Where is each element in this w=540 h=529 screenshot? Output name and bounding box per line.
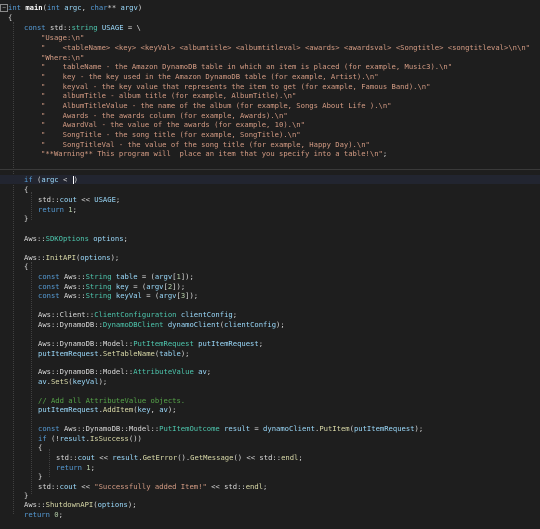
indent-guide: [13, 22, 14, 514]
code-line[interactable]: " tableName - the Amazon DynamoDB table …: [41, 62, 452, 71]
indent-guide: [31, 262, 32, 494]
code-line[interactable]: const Aws::String table = (argv[1]);: [38, 272, 194, 281]
code-line[interactable]: {: [24, 262, 28, 271]
code-line[interactable]: putItemRequest.AddItem(key, av);: [38, 405, 177, 414]
scope-separator: [0, 169, 540, 170]
code-line[interactable]: const Aws::String key = (argv[2]);: [38, 282, 185, 291]
code-line[interactable]: Aws::DynamoDB::DynamoDBClient dynamoClie…: [38, 320, 285, 329]
code-line-current[interactable]: if (argc < ): [0, 175, 540, 184]
code-line[interactable]: const std::string USAGE = \: [24, 23, 141, 32]
code-line[interactable]: " keyval - the key value that represents…: [41, 82, 430, 91]
collapse-main-icon[interactable]: −: [0, 4, 8, 12]
code-line[interactable]: putItemRequest.SetTableName(table);: [38, 349, 189, 358]
code-line[interactable]: " <tableName> <key> <keyVal> <albumtitle…: [41, 43, 530, 52]
code-line[interactable]: std::cout << "Successfully added Item!" …: [38, 482, 267, 491]
code-line[interactable]: return 1;: [38, 205, 77, 214]
line-gutter: [0, 0, 7, 529]
code-line[interactable]: if (!result.IsSuccess()): [38, 434, 142, 443]
code-editor[interactable]: − − int main(int argc, char** argv) { co…: [0, 0, 540, 529]
code-line[interactable]: {: [8, 13, 12, 22]
code-line[interactable]: }: [38, 472, 42, 481]
code-line[interactable]: " Awards - the awards column (for exampl…: [41, 111, 288, 120]
code-line[interactable]: Aws::DynamoDB::Model::PutItemRequest put…: [38, 339, 263, 348]
code-line[interactable]: }: [24, 491, 28, 500]
code-line[interactable]: std::cout << result.GetError().GetMessag…: [56, 453, 303, 462]
code-line[interactable]: {: [24, 185, 28, 194]
code-comment[interactable]: // Add all AttributeValue objects.: [38, 396, 185, 405]
indent-guide: [31, 192, 32, 220]
code-line[interactable]: Aws::Client::ClientConfiguration clientC…: [38, 310, 237, 319]
code-line[interactable]: "**Warning** This program will place an …: [41, 149, 387, 158]
code-line[interactable]: const Aws::DynamoDB::Model::PutItemOutco…: [38, 424, 423, 433]
code-line[interactable]: " SongTitle - the song title (for exampl…: [41, 130, 301, 139]
code-line[interactable]: Aws::SDKOptions options;: [24, 234, 128, 243]
code-line[interactable]: return 1;: [56, 463, 95, 472]
code-line[interactable]: Aws::DynamoDB::Model::AttributeValue av;: [38, 367, 211, 376]
code-line[interactable]: "Where:\n": [41, 53, 84, 62]
code-line[interactable]: Aws::ShutdownAPI(options);: [24, 500, 137, 509]
code-line[interactable]: " SongTitleVal - the value of the song t…: [41, 140, 370, 149]
text-cursor: [72, 176, 74, 184]
code-line[interactable]: " AwardVal - the value of the awards (fo…: [41, 120, 305, 129]
code-line[interactable]: av.SetS(keyVal);: [38, 377, 107, 386]
code-line[interactable]: " key - the key used in the Amazon Dynam…: [41, 72, 379, 81]
code-line[interactable]: " AlbumTitleValue - the name of the albu…: [41, 101, 392, 110]
code-line[interactable]: }: [24, 214, 28, 223]
code-line[interactable]: return 0;: [24, 510, 63, 519]
indent-guide: [49, 449, 50, 477]
code-line[interactable]: int main(int argc, char** argv): [8, 3, 142, 12]
code-line[interactable]: {: [38, 443, 42, 452]
code-line[interactable]: const Aws::String keyVal = (argv[3]);: [38, 291, 198, 300]
code-line[interactable]: "Usage:\n": [41, 33, 84, 42]
code-line[interactable]: " albumTitle - album title (for example,…: [41, 91, 296, 100]
code-line[interactable]: std::cout << USAGE;: [38, 195, 120, 204]
code-line[interactable]: Aws::InitAPI(options);: [24, 253, 119, 262]
